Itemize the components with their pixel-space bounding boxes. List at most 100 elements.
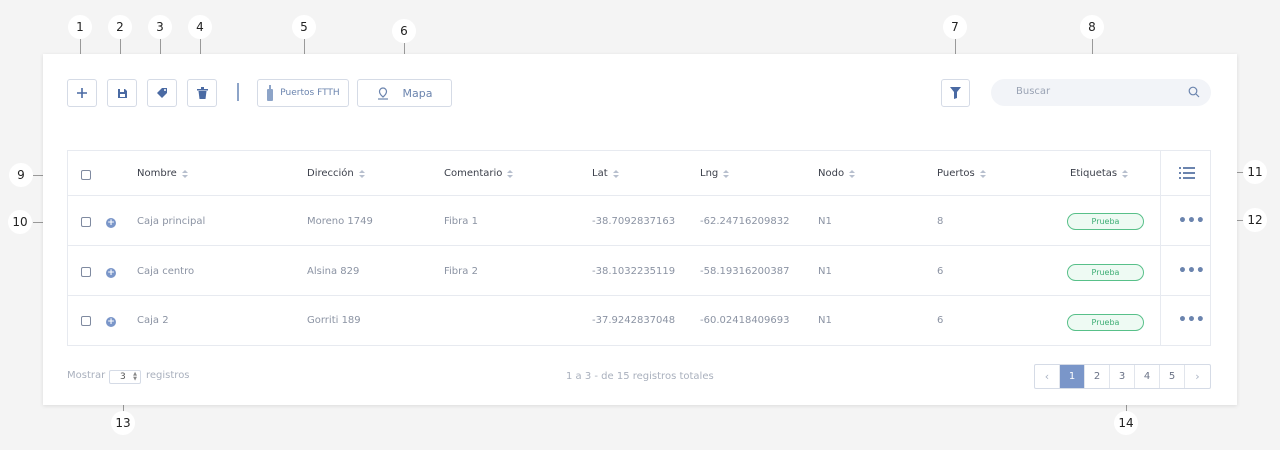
- row-checkbox[interactable]: [81, 316, 91, 326]
- col-header-nodo[interactable]: Nodo: [818, 168, 856, 179]
- map-label: Mapa: [402, 86, 433, 100]
- row-actions-icon[interactable]: •••: [1178, 264, 1205, 278]
- cell-nodo: N1: [818, 315, 832, 326]
- sort-icon: [612, 169, 619, 178]
- col-header-lng[interactable]: Lng: [700, 168, 730, 179]
- trash-icon: [196, 87, 208, 99]
- sort-icon: [507, 169, 514, 178]
- row-divider: [68, 245, 1210, 246]
- records-summary: 1 a 3 - de 15 registros totales: [566, 371, 714, 382]
- cell-puertos: 6: [937, 266, 944, 277]
- main-panel: Puertos FTTH Mapa Buscar Nombre Direcció…: [43, 54, 1237, 405]
- pagination: ‹ 1 2 3 4 5 ›: [1034, 364, 1211, 389]
- next-page-button[interactable]: ›: [1185, 365, 1210, 388]
- page-button-1[interactable]: 1: [1060, 365, 1085, 388]
- col-header-direccion[interactable]: Dirección: [307, 168, 365, 179]
- callout-badge: 3: [148, 15, 172, 39]
- callout-badge: 12: [1243, 208, 1267, 232]
- row-actions-icon[interactable]: •••: [1178, 313, 1205, 327]
- cell-nombre: Caja principal: [137, 216, 206, 227]
- callout-badge: 5: [292, 15, 316, 39]
- filter-icon: [950, 87, 961, 99]
- cell-lat: -37.9242837048: [592, 315, 676, 326]
- row-checkbox[interactable]: [81, 217, 91, 227]
- cell-puertos: 8: [937, 216, 944, 227]
- column-divider: [1160, 151, 1161, 345]
- cell-direccion: Alsina 829: [307, 266, 360, 277]
- cell-lat: -38.7092837163: [592, 216, 676, 227]
- prev-page-button[interactable]: ‹: [1035, 365, 1060, 388]
- col-header-etiquetas[interactable]: Etiquetas: [1070, 168, 1129, 179]
- cell-lng: -62.24716209832: [700, 216, 790, 227]
- add-button[interactable]: [67, 79, 97, 107]
- records-label: registros: [146, 370, 190, 381]
- page-button-5[interactable]: 5: [1160, 365, 1185, 388]
- page-size-value: 3: [120, 372, 126, 382]
- sort-icon: [358, 169, 365, 178]
- column-list-icon[interactable]: [1179, 167, 1195, 179]
- search-icon[interactable]: [1188, 86, 1200, 98]
- stepper-arrows-icon[interactable]: ▲ ▼: [133, 372, 137, 382]
- sort-icon: [181, 169, 188, 178]
- col-header-comentario[interactable]: Comentario: [444, 168, 514, 179]
- cell-nodo: N1: [818, 216, 832, 227]
- select-all-checkbox[interactable]: [81, 170, 91, 180]
- callout-badge: 14: [1114, 411, 1138, 435]
- callout-badge: 9: [9, 163, 33, 187]
- expand-row-icon[interactable]: +: [106, 317, 116, 327]
- filter-button[interactable]: [941, 79, 970, 107]
- cell-nodo: N1: [818, 266, 832, 277]
- tag-icon: [157, 88, 167, 98]
- cell-puertos: 6: [937, 315, 944, 326]
- callout-badge: 13: [111, 411, 135, 435]
- callout-badge: 6: [392, 19, 416, 43]
- expand-row-icon[interactable]: +: [106, 268, 116, 278]
- sort-icon: [1122, 169, 1129, 178]
- page-button-3[interactable]: 3: [1110, 365, 1135, 388]
- col-header-lat[interactable]: Lat: [592, 168, 619, 179]
- sort-icon: [979, 169, 986, 178]
- cell-lat: -38.1032235119: [592, 266, 676, 277]
- callout-badge: 8: [1080, 15, 1104, 39]
- page-button-2[interactable]: 2: [1085, 365, 1110, 388]
- save-icon: [117, 88, 127, 98]
- row-checkbox[interactable]: [81, 267, 91, 277]
- cell-direccion: Moreno 1749: [307, 216, 373, 227]
- search-placeholder: Buscar: [1016, 86, 1051, 97]
- toolbar-divider: [237, 83, 239, 101]
- callout-badge: 10: [8, 210, 32, 234]
- cell-direccion: Gorriti 189: [307, 315, 361, 326]
- expand-row-icon[interactable]: +: [106, 218, 116, 228]
- page-size-stepper[interactable]: 3 ▲ ▼: [109, 370, 141, 384]
- cell-comentario: Fibra 1: [444, 216, 478, 227]
- sort-icon: [849, 169, 856, 178]
- tag-button[interactable]: [147, 79, 177, 107]
- sort-icon: [723, 169, 730, 178]
- map-button[interactable]: Mapa: [357, 79, 452, 107]
- callout-badge: 11: [1243, 160, 1267, 184]
- callout-badge: 1: [68, 15, 92, 39]
- cell-lng: -58.19316200387: [700, 266, 790, 277]
- delete-button[interactable]: [187, 79, 217, 107]
- row-divider: [68, 295, 1210, 296]
- row-actions-icon[interactable]: •••: [1178, 214, 1205, 228]
- page-button-4[interactable]: 4: [1135, 365, 1160, 388]
- col-header-nombre[interactable]: Nombre: [137, 168, 188, 179]
- ftth-ports-button[interactable]: Puertos FTTH: [257, 79, 349, 107]
- callout-badge: 2: [108, 15, 132, 39]
- callout-badge: 7: [943, 15, 967, 39]
- row-divider: [68, 195, 1210, 196]
- bottle-icon: [267, 85, 274, 101]
- cell-nombre: Caja centro: [137, 266, 195, 277]
- show-label: Mostrar: [67, 370, 106, 381]
- tag-badge: Prueba: [1067, 264, 1144, 281]
- tag-badge: Prueba: [1067, 314, 1144, 331]
- col-header-puertos[interactable]: Puertos: [937, 168, 986, 179]
- cell-lng: -60.02418409693: [700, 315, 790, 326]
- map-pin-icon: [377, 86, 388, 100]
- save-button[interactable]: [107, 79, 137, 107]
- tag-badge: Prueba: [1067, 213, 1144, 230]
- data-table: Nombre Dirección Comentario Lat Lng Nodo…: [67, 150, 1211, 346]
- cell-nombre: Caja 2: [137, 315, 169, 326]
- cell-comentario: Fibra 2: [444, 266, 478, 277]
